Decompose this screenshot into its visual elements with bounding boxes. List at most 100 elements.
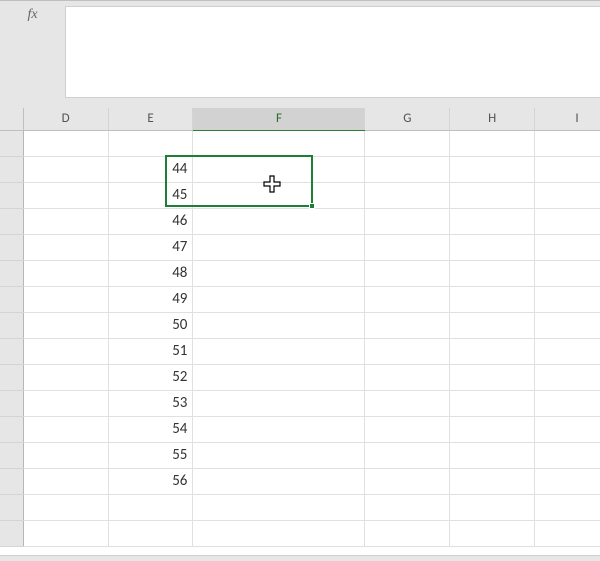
- cell[interactable]: [450, 208, 535, 234]
- cell[interactable]: [535, 338, 600, 364]
- formula-input[interactable]: [65, 6, 600, 98]
- cell[interactable]: [450, 234, 535, 260]
- cell[interactable]: [365, 156, 450, 182]
- cell[interactable]: [23, 130, 108, 156]
- cell[interactable]: [365, 260, 450, 286]
- cell[interactable]: [193, 442, 365, 468]
- row-header[interactable]: [0, 130, 23, 156]
- cell[interactable]: [535, 442, 600, 468]
- cell[interactable]: [193, 260, 365, 286]
- cell[interactable]: [365, 468, 450, 494]
- cell[interactable]: [450, 390, 535, 416]
- cell[interactable]: [365, 234, 450, 260]
- cell[interactable]: 46: [108, 208, 193, 234]
- cell[interactable]: [535, 520, 600, 546]
- cell[interactable]: [450, 416, 535, 442]
- cell[interactable]: [23, 416, 108, 442]
- cell[interactable]: [23, 338, 108, 364]
- cell[interactable]: [23, 468, 108, 494]
- cell[interactable]: [535, 468, 600, 494]
- cell[interactable]: [535, 390, 600, 416]
- cell[interactable]: [193, 468, 365, 494]
- cell[interactable]: [450, 182, 535, 208]
- row-header[interactable]: [0, 182, 23, 208]
- column-header-i[interactable]: I: [535, 108, 600, 130]
- column-header-f[interactable]: F: [193, 108, 365, 130]
- cell[interactable]: [193, 286, 365, 312]
- cell[interactable]: [365, 208, 450, 234]
- cell[interactable]: [193, 338, 365, 364]
- cell[interactable]: [535, 312, 600, 338]
- cell[interactable]: [450, 286, 535, 312]
- cell[interactable]: [365, 364, 450, 390]
- cell[interactable]: [535, 234, 600, 260]
- cell[interactable]: [193, 494, 365, 520]
- column-header-g[interactable]: G: [365, 108, 450, 130]
- cell[interactable]: [193, 208, 365, 234]
- cell[interactable]: 52: [108, 364, 193, 390]
- cell[interactable]: [193, 130, 365, 156]
- cell[interactable]: [23, 364, 108, 390]
- cell[interactable]: [535, 494, 600, 520]
- cell[interactable]: 51: [108, 338, 193, 364]
- cell[interactable]: [365, 494, 450, 520]
- cell[interactable]: 47: [108, 234, 193, 260]
- cell[interactable]: [23, 234, 108, 260]
- row-header[interactable]: [0, 442, 23, 468]
- cell[interactable]: [108, 130, 193, 156]
- cell[interactable]: [23, 208, 108, 234]
- cell[interactable]: 55: [108, 442, 193, 468]
- cell[interactable]: [365, 390, 450, 416]
- cell[interactable]: [23, 182, 108, 208]
- cell[interactable]: [535, 156, 600, 182]
- cell[interactable]: [108, 494, 193, 520]
- row-header[interactable]: [0, 286, 23, 312]
- cell[interactable]: [193, 156, 365, 182]
- cell[interactable]: [23, 442, 108, 468]
- cell[interactable]: [108, 520, 193, 546]
- column-header-d[interactable]: D: [23, 108, 108, 130]
- row-header[interactable]: [0, 338, 23, 364]
- cell[interactable]: [535, 416, 600, 442]
- cell[interactable]: [450, 156, 535, 182]
- cell[interactable]: [365, 416, 450, 442]
- select-all-corner[interactable]: [0, 108, 23, 130]
- cell[interactable]: [193, 416, 365, 442]
- cell[interactable]: [193, 390, 365, 416]
- cell[interactable]: [535, 182, 600, 208]
- cell[interactable]: [23, 494, 108, 520]
- cell[interactable]: 56: [108, 468, 193, 494]
- cell[interactable]: [365, 286, 450, 312]
- cell[interactable]: [23, 520, 108, 546]
- row-header[interactable]: [0, 416, 23, 442]
- row-header[interactable]: [0, 260, 23, 286]
- cell[interactable]: [450, 442, 535, 468]
- cell[interactable]: [365, 312, 450, 338]
- cell[interactable]: [450, 494, 535, 520]
- spreadsheet-grid[interactable]: DEFGHI 44454647484950515253545556: [0, 108, 600, 561]
- cell[interactable]: [23, 312, 108, 338]
- row-header[interactable]: [0, 390, 23, 416]
- cell[interactable]: [450, 312, 535, 338]
- cell[interactable]: [365, 130, 450, 156]
- cell[interactable]: [535, 364, 600, 390]
- cell[interactable]: [535, 286, 600, 312]
- fx-icon[interactable]: fx: [0, 6, 65, 26]
- column-header-e[interactable]: E: [108, 108, 193, 130]
- cell[interactable]: [23, 390, 108, 416]
- row-header[interactable]: [0, 494, 23, 520]
- cell[interactable]: [365, 520, 450, 546]
- cell[interactable]: [365, 182, 450, 208]
- cell[interactable]: [450, 520, 535, 546]
- row-header[interactable]: [0, 234, 23, 260]
- cell[interactable]: [535, 208, 600, 234]
- cell[interactable]: [450, 364, 535, 390]
- cell[interactable]: 45: [108, 182, 193, 208]
- column-header-h[interactable]: H: [450, 108, 535, 130]
- row-header[interactable]: [0, 468, 23, 494]
- cell[interactable]: [193, 520, 365, 546]
- cell[interactable]: [193, 364, 365, 390]
- cell[interactable]: 53: [108, 390, 193, 416]
- cell[interactable]: [535, 260, 600, 286]
- cell[interactable]: 49: [108, 286, 193, 312]
